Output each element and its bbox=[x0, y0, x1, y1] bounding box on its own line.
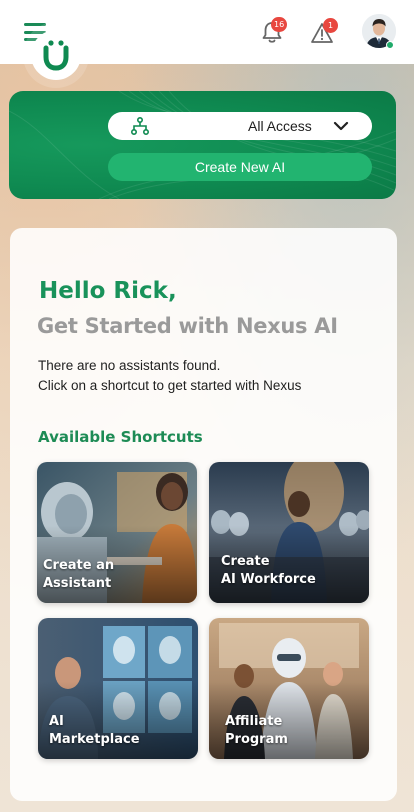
access-level-select[interactable]: All Access bbox=[108, 112, 372, 140]
page-subtitle: Get Started with Nexus AI bbox=[37, 314, 338, 338]
notification-count-badge: 16 bbox=[271, 17, 288, 32]
shortcut-label-line-1: Create bbox=[221, 554, 270, 569]
hero-card bbox=[9, 91, 396, 199]
shortcut-label-line-1: Create an bbox=[43, 558, 115, 573]
shortcuts-heading: Available Shortcuts bbox=[38, 428, 203, 446]
greeting: Hello Rick, bbox=[39, 278, 177, 304]
shortcut-label-line-2: AI Workforce bbox=[221, 572, 316, 587]
create-new-ai-button[interactable]: Create New AI bbox=[108, 153, 372, 181]
alerts-button[interactable]: 1 bbox=[310, 18, 338, 46]
shortcut-label-line-2: Assistant bbox=[43, 576, 112, 591]
empty-state-line-2: Click on a shortcut to get started with … bbox=[38, 378, 302, 393]
shortcut-ai-marketplace[interactable]: AI Marketplace bbox=[38, 618, 198, 759]
shortcut-label-line-2: Marketplace bbox=[49, 732, 140, 747]
nexus-u-logo-icon bbox=[31, 30, 81, 80]
shortcut-label-line-1: Affiliate bbox=[225, 714, 283, 729]
shortcut-create-ai-workforce[interactable]: Create AI Workforce bbox=[209, 462, 369, 603]
shortcut-label-line-1: AI bbox=[49, 714, 64, 729]
notifications-button[interactable]: 16 bbox=[260, 17, 288, 46]
shortcut-create-assistant[interactable]: Create an Assistant bbox=[37, 462, 197, 603]
org-chart-icon bbox=[130, 116, 150, 136]
shortcut-label-line-2: Program bbox=[225, 732, 288, 747]
online-status-indicator bbox=[386, 41, 394, 49]
empty-state-line-1: There are no assistants found. bbox=[38, 358, 221, 373]
alert-count-badge: 1 bbox=[323, 18, 338, 33]
decorative-wave-pattern bbox=[9, 91, 396, 199]
access-level-value: All Access bbox=[248, 118, 312, 134]
shortcut-affiliate-program[interactable]: Affiliate Program bbox=[209, 618, 369, 759]
chevron-down-icon bbox=[333, 121, 349, 131]
